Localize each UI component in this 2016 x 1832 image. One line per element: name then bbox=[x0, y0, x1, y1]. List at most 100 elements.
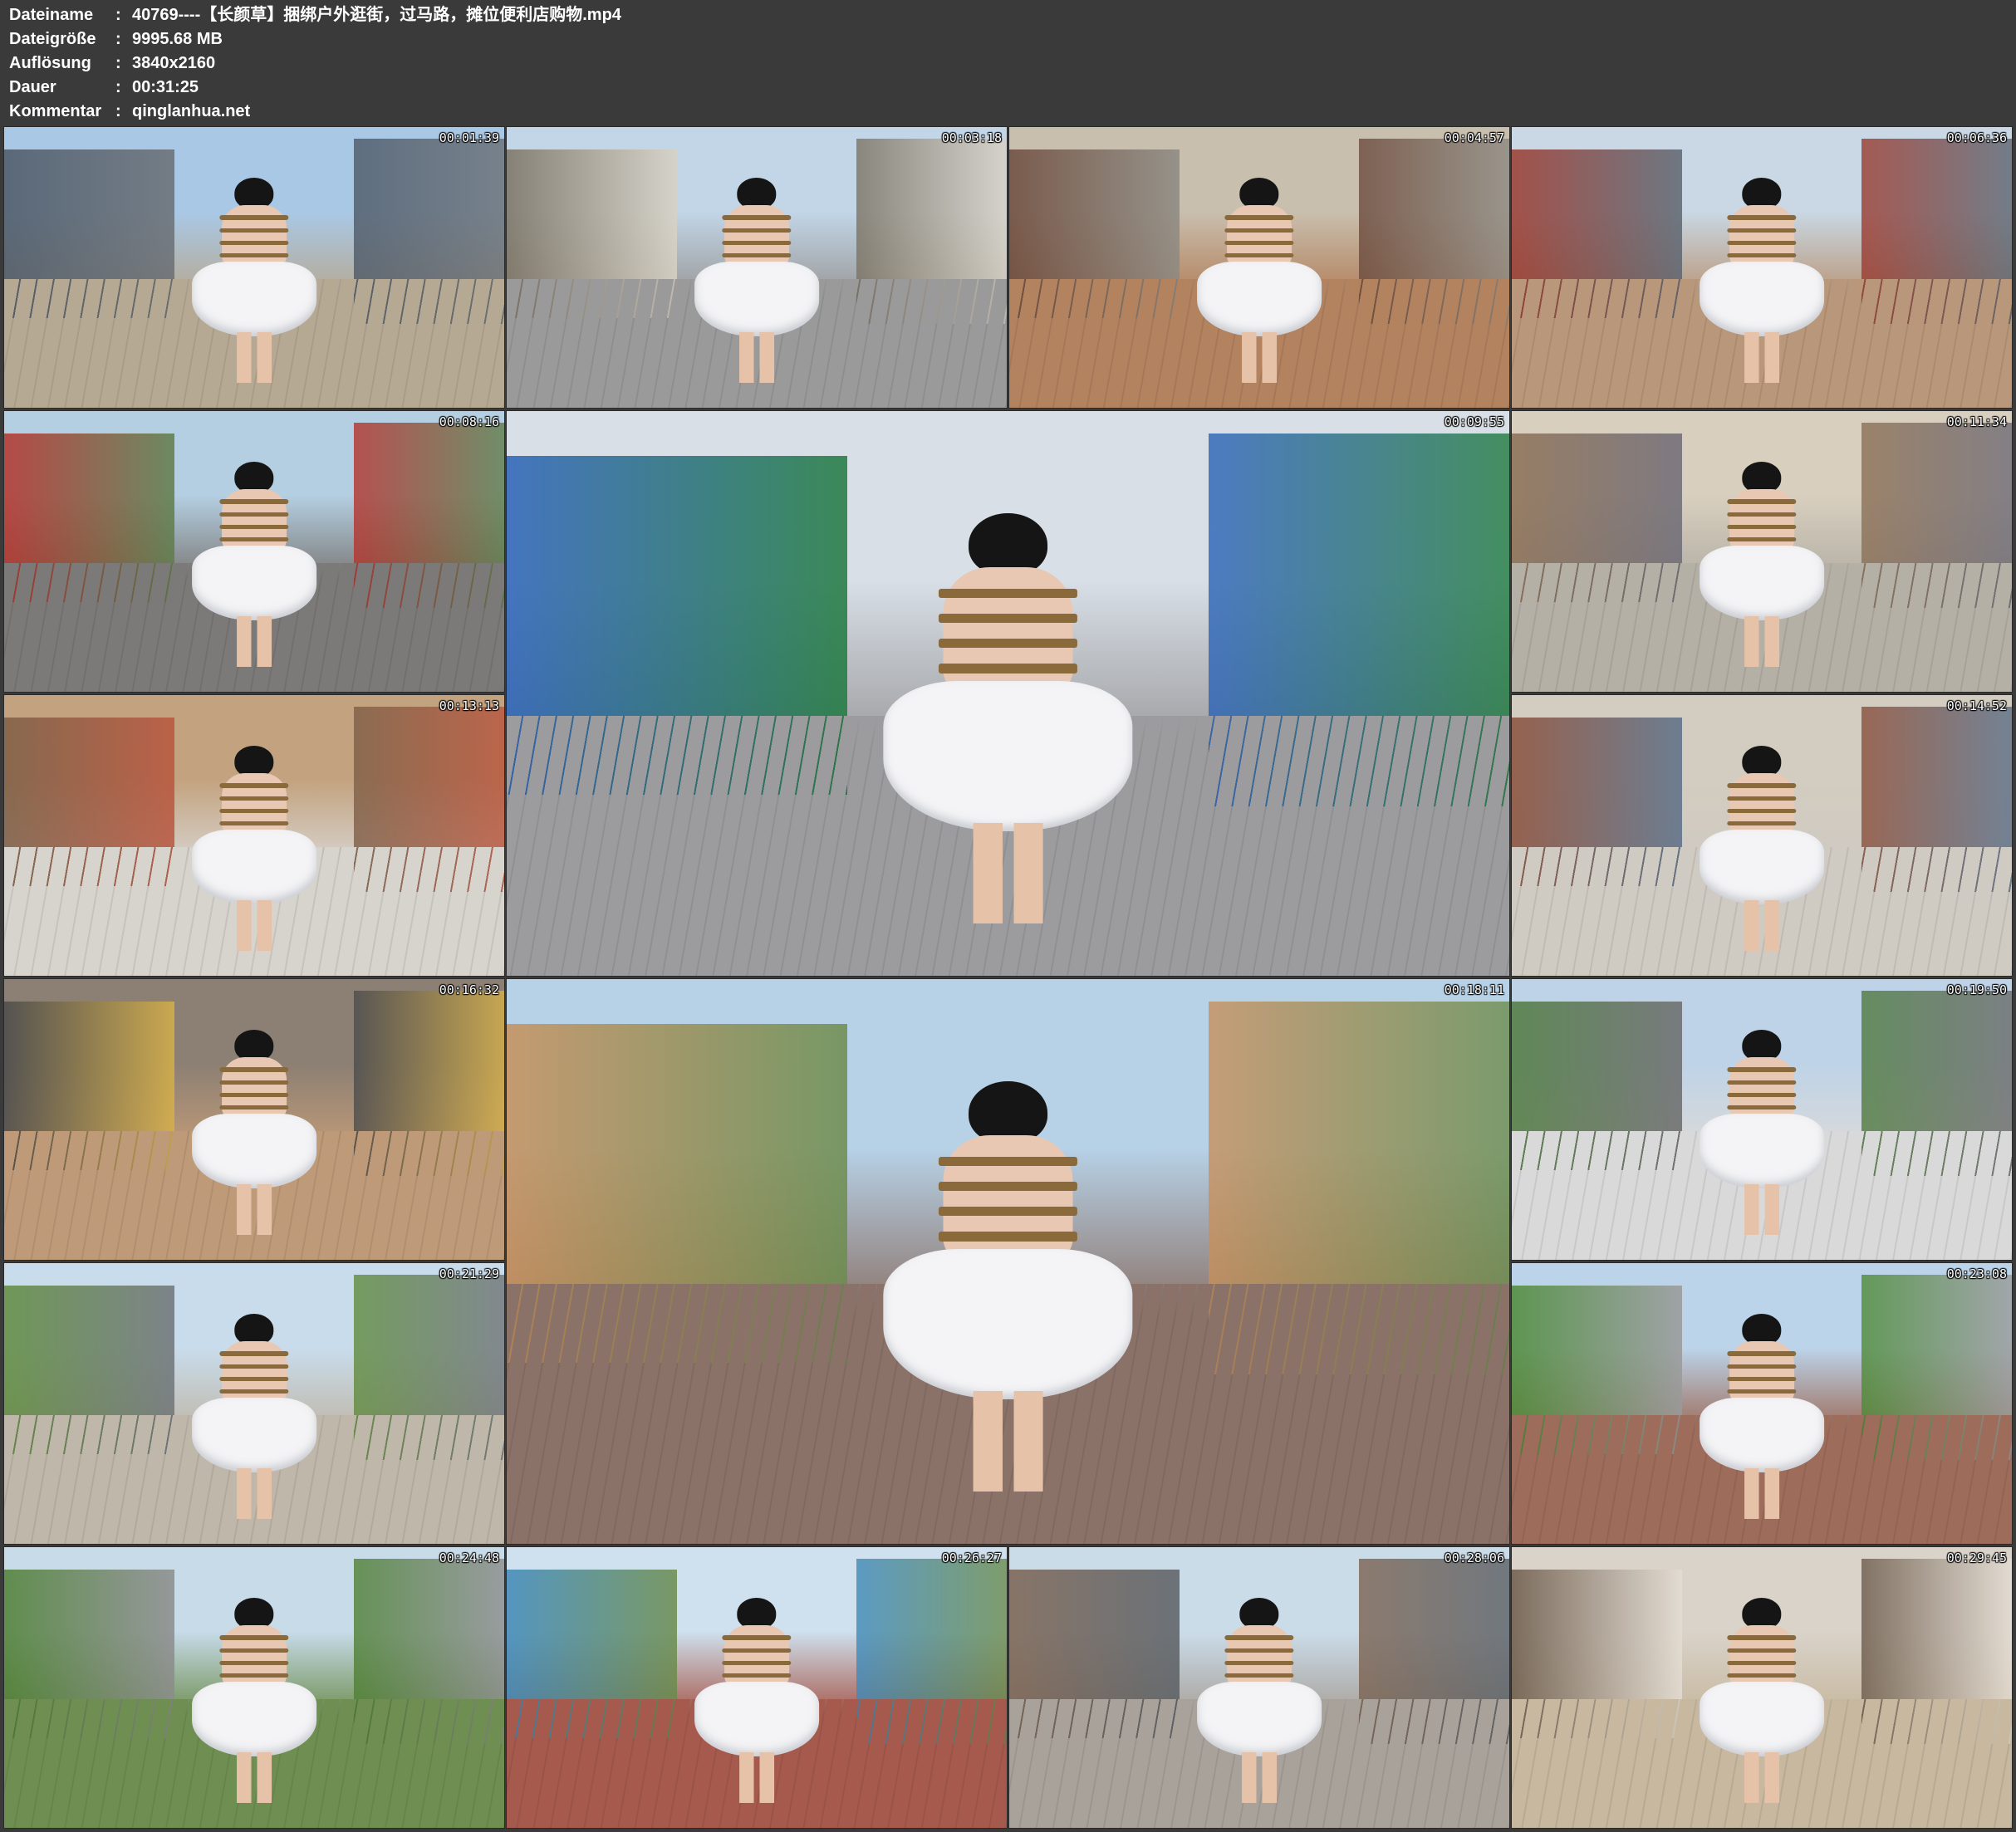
figure-torso bbox=[943, 1135, 1073, 1261]
figure-skirt bbox=[694, 261, 819, 337]
thumbnail-timestamp: 00:18:11 bbox=[1444, 982, 1504, 997]
figure-torso bbox=[222, 1624, 287, 1688]
thumbnail-timestamp: 00:19:50 bbox=[1946, 982, 2007, 997]
thumbnail-scene bbox=[507, 411, 1509, 976]
figure-legs bbox=[1744, 1468, 1779, 1519]
thumbnail-scene bbox=[4, 411, 504, 692]
figure-skirt bbox=[192, 261, 316, 337]
figure-legs bbox=[237, 1468, 272, 1519]
figure-torso bbox=[1729, 488, 1794, 552]
figure-torso bbox=[724, 1624, 789, 1688]
figure-rope bbox=[219, 524, 289, 530]
video-thumbnail: 00:23:08 bbox=[1511, 1262, 2013, 1545]
figure-rope bbox=[1727, 512, 1797, 517]
figure-rope bbox=[219, 783, 289, 788]
figure-rope bbox=[219, 1673, 289, 1678]
figure-rope bbox=[1727, 1080, 1797, 1085]
figure-skirt bbox=[192, 1681, 316, 1757]
thumbnail-timestamp: 00:01:39 bbox=[439, 130, 499, 145]
figure-rope bbox=[219, 1080, 289, 1085]
person-figure bbox=[1197, 178, 1322, 387]
thumbnail-timestamp: 00:09:55 bbox=[1444, 414, 1504, 429]
figure-rope bbox=[1727, 796, 1797, 801]
figure-skirt bbox=[192, 545, 316, 621]
figure-rope bbox=[219, 1376, 289, 1382]
thumbnail-scene bbox=[1512, 127, 2012, 408]
figure-rope bbox=[219, 228, 289, 233]
figure-rope bbox=[219, 1067, 289, 1072]
figure-rope bbox=[219, 820, 289, 826]
figure-rope bbox=[939, 639, 1077, 649]
video-thumbnail: 00:26:27 bbox=[506, 1546, 1008, 1829]
thumbnail-scene bbox=[4, 127, 504, 408]
figure-torso bbox=[222, 488, 287, 552]
figure-rope bbox=[1224, 228, 1294, 233]
meta-key: Kommentar bbox=[9, 102, 102, 120]
video-thumbnail: 00:21:29 bbox=[3, 1262, 505, 1545]
figure-head bbox=[969, 512, 1047, 576]
figure-rope bbox=[1224, 1673, 1294, 1678]
figure-rope bbox=[1224, 1635, 1294, 1640]
meta-row-resolution: Auflösung : 3840x2160 bbox=[9, 51, 2003, 76]
figure-rope bbox=[1727, 524, 1797, 530]
person-figure bbox=[192, 178, 316, 387]
meta-key: Auflösung bbox=[9, 54, 91, 72]
figure-legs bbox=[973, 1391, 1043, 1492]
figure-rope bbox=[1224, 215, 1294, 220]
video-thumbnail: 00:01:39 bbox=[3, 126, 505, 409]
video-thumbnail: 00:29:45 bbox=[1511, 1546, 2013, 1829]
video-thumbnail: 00:11:34 bbox=[1511, 410, 2013, 693]
figure-rope bbox=[219, 1389, 289, 1394]
thumbnail-scene bbox=[4, 1263, 504, 1544]
video-thumbnail: 00:04:57 bbox=[1008, 126, 1510, 409]
figure-rope bbox=[1727, 1067, 1797, 1072]
video-thumbnail: 00:08:16 bbox=[3, 410, 505, 693]
meta-row-filename: Dateiname : 40769----【长颜草】捆绑户外逛街，过马路，摊位便… bbox=[9, 3, 2003, 27]
figure-rope bbox=[722, 215, 792, 220]
figure-rope bbox=[1727, 1673, 1797, 1678]
figure-rope bbox=[939, 1156, 1077, 1166]
figure-rope bbox=[1727, 1351, 1797, 1356]
figure-rope bbox=[219, 1351, 289, 1356]
figure-legs bbox=[1242, 1752, 1277, 1803]
figure-rope bbox=[1727, 808, 1797, 814]
figure-rope bbox=[1727, 536, 1797, 542]
person-figure bbox=[1700, 178, 1824, 387]
figure-torso bbox=[1227, 204, 1292, 268]
thumbnail-scene bbox=[1512, 1547, 2012, 1828]
person-figure bbox=[1700, 462, 1824, 671]
video-thumbnail: 00:14:52 bbox=[1511, 694, 2013, 977]
thumbnail-scene bbox=[4, 979, 504, 1260]
figure-rope bbox=[1727, 820, 1797, 826]
file-info-header: Dateiname : 40769----【长颜草】捆绑户外逛街，过马路，摊位便… bbox=[9, 3, 2003, 126]
figure-rope bbox=[219, 808, 289, 814]
person-figure bbox=[694, 1598, 819, 1807]
meta-separator: : bbox=[115, 30, 121, 48]
figure-legs bbox=[1744, 332, 1779, 383]
person-figure bbox=[192, 1314, 316, 1523]
thumbnail-scene bbox=[1512, 411, 2012, 692]
figure-legs bbox=[237, 1184, 272, 1235]
figure-rope bbox=[1727, 1364, 1797, 1369]
figure-rope bbox=[1727, 1635, 1797, 1640]
figure-skirt bbox=[192, 829, 316, 905]
thumbnail-timestamp: 00:26:27 bbox=[941, 1550, 1002, 1565]
figure-rope bbox=[1727, 1376, 1797, 1382]
thumbnail-timestamp: 00:29:45 bbox=[1946, 1550, 2007, 1565]
figure-rope bbox=[1224, 240, 1294, 246]
thumbnail-timestamp: 00:28:06 bbox=[1444, 1550, 1504, 1565]
figure-skirt bbox=[192, 1113, 316, 1189]
thumbnail-timestamp: 00:11:34 bbox=[1946, 414, 2007, 429]
thumbnail-timestamp: 00:24:48 bbox=[439, 1550, 499, 1565]
person-figure bbox=[1700, 746, 1824, 955]
figure-skirt bbox=[192, 1397, 316, 1473]
meta-value: 9995.68 MB bbox=[132, 30, 223, 48]
figure-skirt bbox=[883, 1248, 1133, 1400]
figure-skirt bbox=[883, 680, 1133, 832]
person-figure bbox=[192, 1598, 316, 1807]
meta-value: 00:31:25 bbox=[132, 78, 199, 96]
figure-legs bbox=[1744, 1184, 1779, 1235]
figure-rope bbox=[219, 1660, 289, 1666]
person-figure bbox=[1700, 1314, 1824, 1523]
meta-row-comment: Kommentar : qinglanhua.net bbox=[9, 100, 2003, 124]
